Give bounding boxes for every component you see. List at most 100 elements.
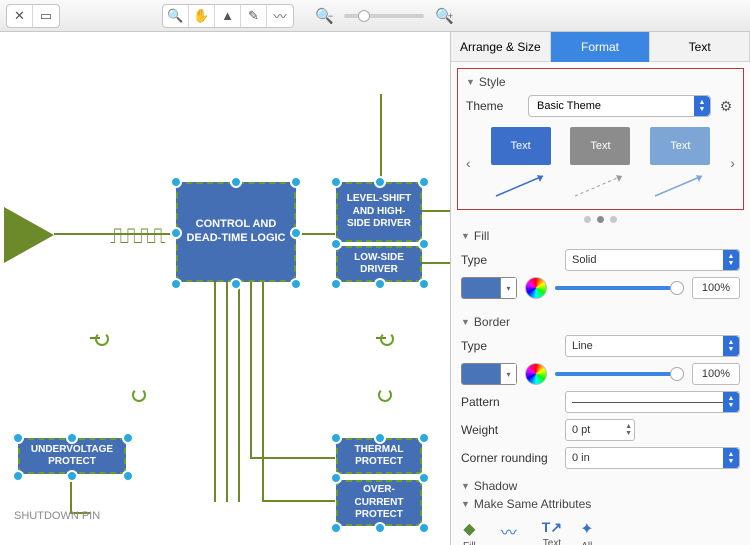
zoom-out-button[interactable]: 🔍− [312,5,336,27]
selection-handle[interactable] [290,227,302,239]
selection-handle[interactable] [66,470,78,482]
wire [238,282,240,502]
selection-handle[interactable] [374,522,386,534]
selection-handle[interactable] [330,238,342,250]
style-prev-button[interactable]: ‹ [466,155,471,171]
selection-handle[interactable] [12,470,24,482]
selection-handle[interactable] [418,432,430,444]
inspector-tabs: Arrange & Size Format Text [451,32,750,62]
section-title-makesame[interactable]: Make Same Attributes [461,497,740,511]
selection-handle[interactable] [170,278,182,290]
border-type-select[interactable]: Line▲▼ [565,335,740,357]
border-opacity-value[interactable]: 100% [692,363,740,385]
tab-text[interactable]: Text [650,32,750,62]
selection-handle[interactable] [122,432,134,444]
selection-handle[interactable] [12,432,24,444]
zoom-slider-thumb[interactable] [358,10,370,22]
page-dot[interactable] [584,216,591,223]
border-opacity-slider[interactable] [555,372,684,376]
tool-group-left: ✕ ▭ [6,4,60,28]
wire [226,282,228,502]
selection-handle[interactable] [374,432,386,444]
corner-select[interactable]: 0 in▲▼ [565,447,740,469]
color-wheel-icon[interactable] [525,363,547,385]
wire [262,282,264,500]
hand-icon[interactable]: ✋ [189,5,215,27]
gear-icon[interactable]: ⚙ [717,97,735,115]
selection-handle[interactable] [374,278,386,290]
fill-opacity-slider[interactable] [555,286,684,290]
selection-handle[interactable] [418,278,430,290]
canvas[interactable]: ⎍⎍⎍⎍ CONTROL AND DEAD-TIME LOGIC LEVEL-S… [0,32,450,545]
selection-handle[interactable] [330,278,342,290]
block-level-shift[interactable]: LEVEL-SHIFT AND HIGH-SIDE DRIVER [336,182,422,242]
page-dot[interactable] [610,216,617,223]
selection-handle[interactable] [122,470,134,482]
selection-handle[interactable] [418,472,430,484]
selection-handle[interactable] [330,176,342,188]
selection-handle[interactable] [330,432,342,444]
block-control[interactable]: CONTROL AND DEAD-TIME LOGIC [176,182,296,282]
pattern-select[interactable]: ▲▼ [565,391,740,413]
theme-select[interactable]: Basic Theme ▲▼ [528,95,711,117]
brush-icon[interactable]: 〰 [267,5,293,27]
weight-label: Weight [461,423,557,437]
section-title-border[interactable]: Border [461,315,740,329]
weight-input[interactable]: 0 pt▲▼ [565,419,635,441]
selection-handle[interactable] [170,227,182,239]
fill-opacity-value[interactable]: 100% [692,277,740,299]
block-low-side[interactable]: LOW-SIDE DRIVER [336,246,422,282]
wire [380,94,382,186]
wire [214,282,216,502]
fill-color-chip[interactable]: ▾ [461,277,517,299]
makesame-border-button[interactable]: 〰Border [494,519,524,545]
block-overcurrent[interactable]: OVER-CURRENT PROTECT [336,480,422,526]
selection-handle[interactable] [330,472,342,484]
selection-handle[interactable] [290,278,302,290]
eyedropper-icon[interactable]: ✎ [241,5,267,27]
zoom-slider[interactable] [344,14,424,18]
fill-type-select[interactable]: Solid▲▼ [565,249,740,271]
color-wheel-icon[interactable] [525,277,547,299]
selection-handle[interactable] [418,238,430,250]
spinner-icon [378,388,392,402]
slider-thumb[interactable] [670,367,684,381]
makesame-fill-button[interactable]: ◆Fill [463,519,476,545]
border-color-chip[interactable]: ▾ [461,363,517,385]
zoom-controls: 🔍− 🔍+ [312,5,456,27]
style-swatch-3[interactable]: Text [650,127,710,199]
spinner-icon [95,332,109,346]
fill-type-label: Type [461,253,557,267]
selection-handle[interactable] [418,176,430,188]
section-title-fill[interactable]: Fill [461,229,740,243]
toolbar: ✕ ▭ 🔍 ✋ ▲ ✎ 〰 🔍− 🔍+ [0,0,750,32]
selection-handle[interactable] [330,522,342,534]
style-swatch-1[interactable]: Text [491,127,551,199]
section-title-shadow[interactable]: Shadow [461,479,740,493]
document-icon[interactable]: ▭ [33,5,59,27]
page-dot[interactable] [597,216,604,223]
selection-handle[interactable] [290,176,302,188]
selection-handle[interactable] [418,522,430,534]
section-title-style[interactable]: Style [466,75,735,89]
selection-handle[interactable] [230,176,242,188]
zoom-in-button[interactable]: 🔍+ [432,5,456,27]
selection-handle[interactable] [230,278,242,290]
tab-format[interactable]: Format [551,32,651,62]
makesame-all-button[interactable]: ✦All [580,519,593,545]
tab-arrange[interactable]: Arrange & Size [451,32,551,62]
style-swatch-2[interactable]: Text [570,127,630,199]
wire [262,500,335,502]
slider-thumb[interactable] [670,281,684,295]
selection-handle[interactable] [170,176,182,188]
spinner-icon [132,388,146,402]
makesame-text-button[interactable]: T↗Text [542,519,562,545]
magnifier-icon[interactable]: 🔍 [163,5,189,27]
shutdown-pin-label: SHUTDOWN PIN [14,510,100,522]
selection-handle[interactable] [66,432,78,444]
style-next-button[interactable]: › [730,155,735,171]
corner-label: Corner rounding [461,451,557,465]
settings-icon[interactable]: ✕ [7,5,33,27]
stamp-icon[interactable]: ▲ [215,5,241,27]
selection-handle[interactable] [374,176,386,188]
